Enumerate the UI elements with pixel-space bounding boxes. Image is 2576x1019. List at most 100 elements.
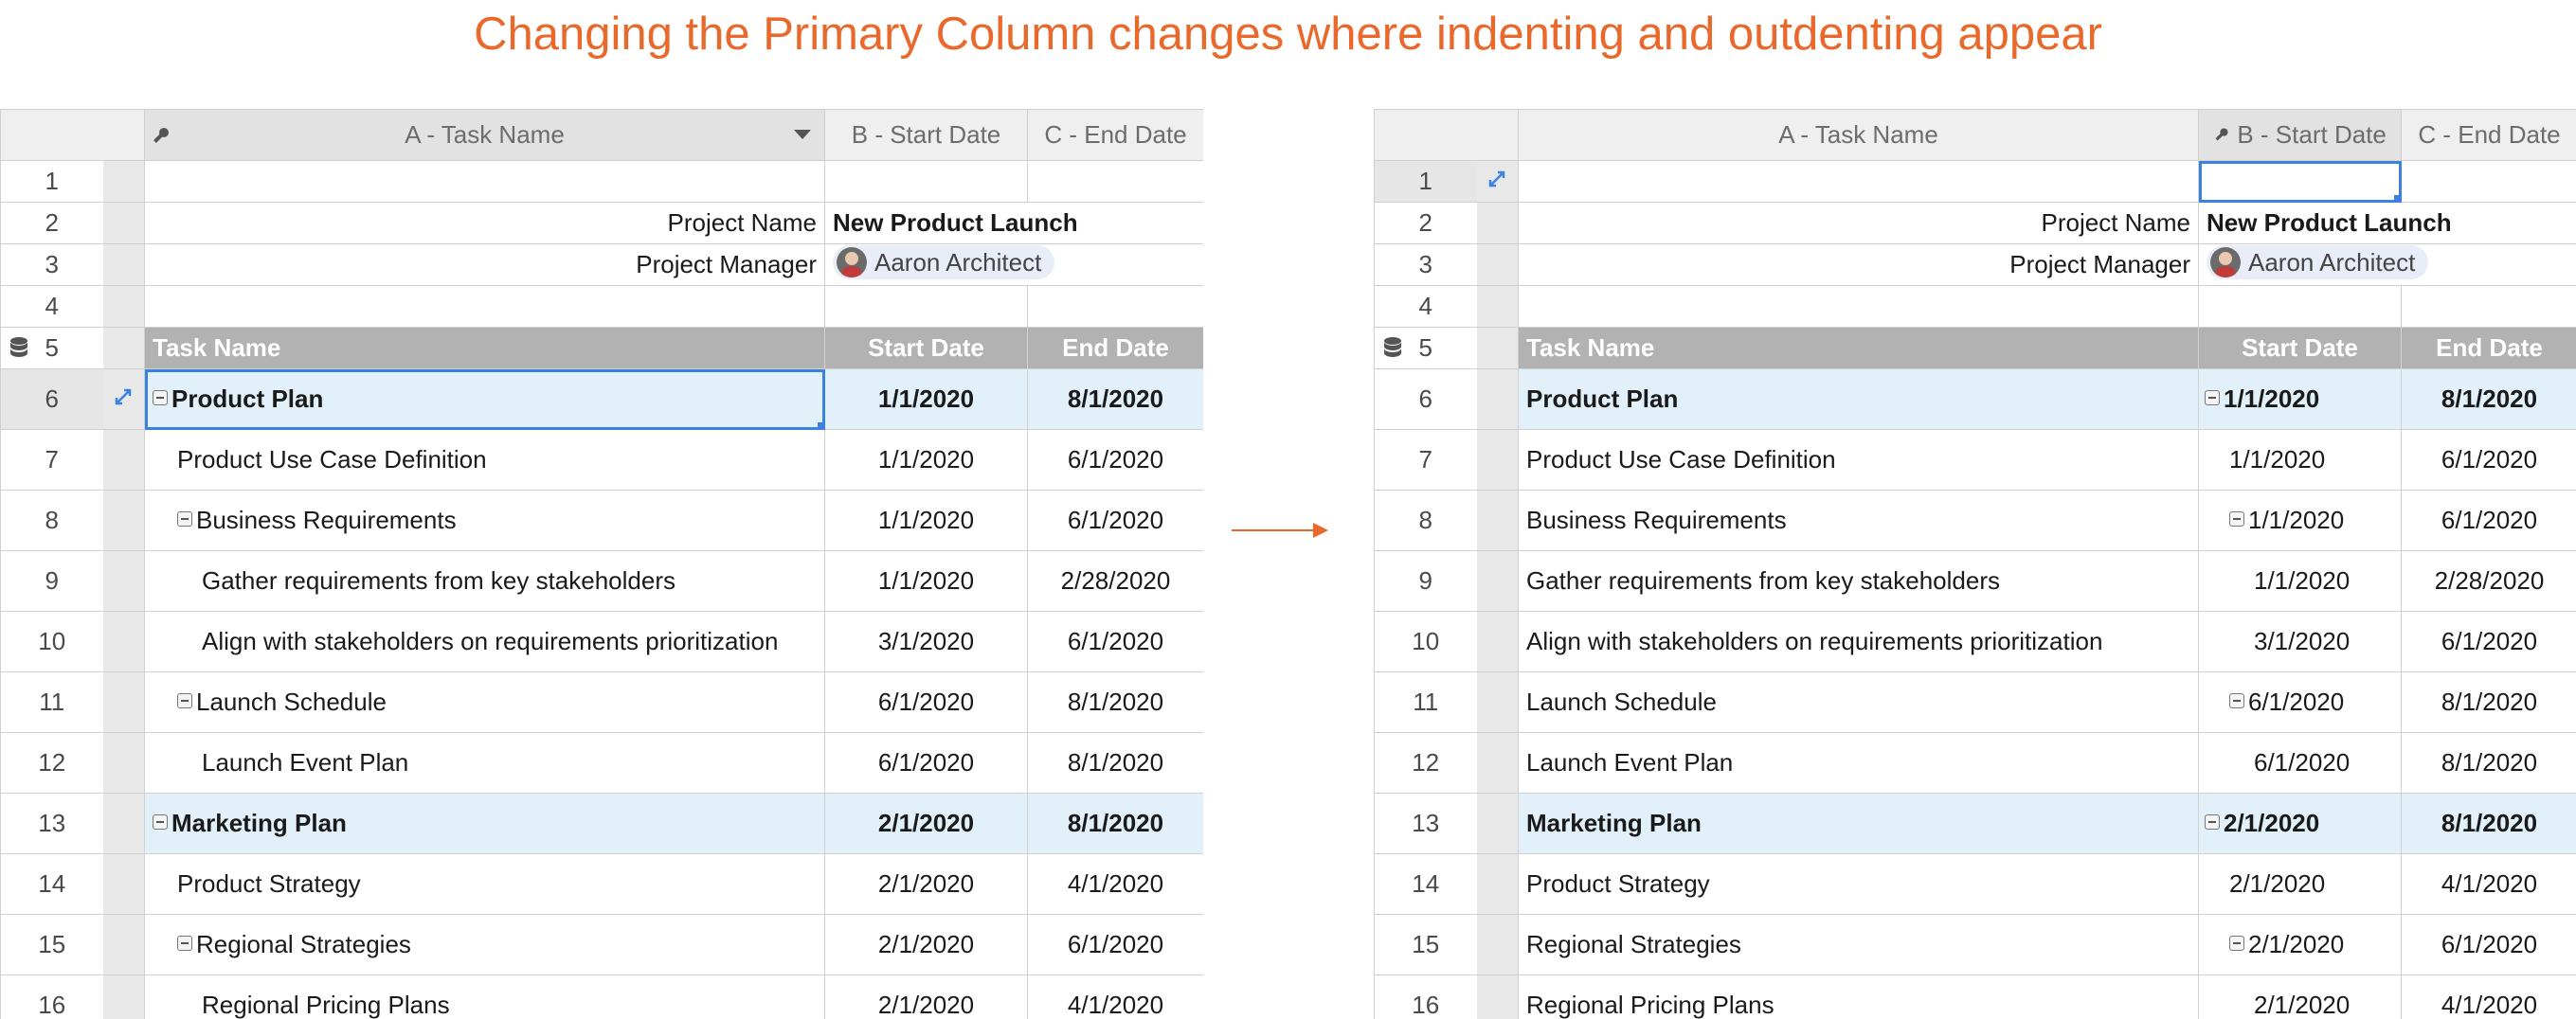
task-cell[interactable]: Business Requirements [144, 490, 825, 551]
corner-cell[interactable] [1374, 109, 1477, 161]
collapse-toggle-icon[interactable] [2229, 936, 2244, 951]
cell[interactable] [144, 285, 825, 328]
start-date-cell[interactable]: 1/1/2020 [824, 550, 1028, 612]
task-cell[interactable]: Regional Pricing Plans [144, 974, 825, 1019]
start-date-cell[interactable]: 2/1/2020 [2198, 793, 2402, 854]
end-date-cell[interactable]: 4/1/2020 [1027, 853, 1203, 915]
task-cell[interactable]: Business Requirements [1518, 490, 2199, 551]
end-date-cell[interactable]: 6/1/2020 [2401, 490, 2576, 551]
row-number[interactable]: 6 [0, 368, 103, 430]
start-date-cell[interactable]: 2/1/2020 [824, 793, 1028, 854]
row-number[interactable]: 13 [0, 793, 103, 854]
project-name-label[interactable]: Project Name [1518, 202, 2199, 244]
cell[interactable] [1518, 160, 2199, 203]
collapse-toggle-icon[interactable] [2229, 511, 2244, 527]
start-date-cell[interactable]: 1/1/2020 [824, 429, 1028, 491]
section-header-end[interactable]: End Date [2401, 327, 2576, 369]
start-date-cell[interactable]: 2/1/2020 [824, 974, 1028, 1019]
end-date-cell[interactable]: 4/1/2020 [2401, 974, 2576, 1019]
end-date-cell[interactable]: 8/1/2020 [2401, 732, 2576, 794]
row-number[interactable]: 5 [1374, 327, 1477, 369]
corner-cell[interactable] [0, 109, 103, 161]
end-date-cell[interactable]: 8/1/2020 [2401, 793, 2576, 854]
row-number[interactable]: 8 [1374, 490, 1477, 551]
row-number[interactable]: 12 [1374, 732, 1477, 794]
task-cell[interactable]: Align with stakeholders on requirements … [144, 611, 825, 672]
task-cell[interactable]: Product Use Case Definition [144, 429, 825, 491]
end-date-cell[interactable]: 2/28/2020 [1027, 550, 1203, 612]
task-cell[interactable]: Product Strategy [1518, 853, 2199, 915]
collapse-toggle-icon[interactable] [177, 936, 192, 951]
row-number[interactable]: 4 [1374, 285, 1477, 328]
task-cell[interactable]: Marketing Plan [144, 793, 825, 854]
end-date-cell[interactable]: 6/1/2020 [2401, 611, 2576, 672]
row-number[interactable]: 13 [1374, 793, 1477, 854]
expand-icon[interactable] [1486, 167, 1507, 195]
row-number[interactable]: 3 [0, 243, 103, 286]
collapse-toggle-icon[interactable] [177, 693, 192, 708]
cell[interactable] [824, 160, 1028, 203]
collapse-toggle-icon[interactable] [153, 390, 168, 405]
row-number[interactable]: 9 [0, 550, 103, 612]
chevron-down-icon[interactable] [794, 130, 811, 139]
cell[interactable] [1518, 285, 2199, 328]
start-date-cell[interactable]: 3/1/2020 [2198, 611, 2402, 672]
task-cell[interactable]: Gather requirements from key stakeholder… [1518, 550, 2199, 612]
start-date-cell[interactable]: 1/1/2020 [2198, 429, 2402, 491]
row-number[interactable]: 12 [0, 732, 103, 794]
column-header-task-name[interactable]: A - Task Name [1518, 109, 2199, 161]
row-number[interactable]: 1 [1374, 160, 1477, 203]
start-date-cell[interactable]: 6/1/2020 [2198, 732, 2402, 794]
task-cell[interactable]: Marketing Plan [1518, 793, 2199, 854]
end-date-cell[interactable]: 8/1/2020 [2401, 368, 2576, 430]
task-cell[interactable]: Product Plan [1518, 368, 2199, 430]
section-header-start[interactable]: Start Date [2198, 327, 2402, 369]
end-date-cell[interactable]: 6/1/2020 [2401, 429, 2576, 491]
section-header-task[interactable]: Task Name [1518, 327, 2199, 369]
row-number[interactable]: 11 [1374, 671, 1477, 733]
row-number[interactable]: 11 [0, 671, 103, 733]
task-cell[interactable]: Product Plan [144, 368, 825, 430]
collapse-toggle-icon[interactable] [2205, 390, 2220, 405]
start-date-cell[interactable]: 2/1/2020 [2198, 853, 2402, 915]
column-header-end-date[interactable]: C - End Date [1027, 109, 1203, 161]
row-number[interactable]: 16 [0, 974, 103, 1019]
end-date-cell[interactable]: 6/1/2020 [1027, 914, 1203, 975]
row-number[interactable]: 14 [1374, 853, 1477, 915]
collapse-toggle-icon[interactable] [177, 511, 192, 527]
task-cell[interactable]: Regional Pricing Plans [1518, 974, 2199, 1019]
end-date-cell[interactable]: 4/1/2020 [1027, 974, 1203, 1019]
end-date-cell[interactable]: 4/1/2020 [2401, 853, 2576, 915]
row-number[interactable]: 10 [1374, 611, 1477, 672]
cell[interactable] [2401, 160, 2576, 203]
row-number[interactable]: 2 [0, 202, 103, 244]
task-cell[interactable]: Align with stakeholders on requirements … [1518, 611, 2199, 672]
end-date-cell[interactable]: 6/1/2020 [1027, 429, 1203, 491]
cell[interactable] [1027, 160, 1203, 203]
end-date-cell[interactable]: 8/1/2020 [1027, 732, 1203, 794]
collapse-toggle-icon[interactable] [2205, 814, 2220, 830]
project-manager-value[interactable]: Aaron Architect [824, 243, 1203, 286]
row-number[interactable]: 16 [1374, 974, 1477, 1019]
row-number[interactable]: 7 [1374, 429, 1477, 491]
start-date-cell[interactable]: 6/1/2020 [824, 671, 1028, 733]
end-date-cell[interactable]: 2/28/2020 [2401, 550, 2576, 612]
project-manager-value[interactable]: Aaron Architect [2198, 243, 2576, 286]
start-date-cell[interactable]: 2/1/2020 [2198, 974, 2402, 1019]
row-number[interactable]: 7 [0, 429, 103, 491]
contact-chip[interactable]: Aaron Architect [833, 245, 1055, 279]
project-name-value[interactable]: New Product Launch [2198, 202, 2576, 244]
task-cell[interactable]: Launch Event Plan [144, 732, 825, 794]
section-header-start[interactable]: Start Date [824, 327, 1028, 369]
end-date-cell[interactable]: 6/1/2020 [2401, 914, 2576, 975]
expand-icon[interactable] [113, 384, 134, 413]
column-header-start-date[interactable]: B - Start Date [824, 109, 1028, 161]
row-number[interactable]: 4 [0, 285, 103, 328]
start-date-cell[interactable]: 1/1/2020 [2198, 490, 2402, 551]
start-date-cell[interactable]: 1/1/2020 [2198, 368, 2402, 430]
start-date-cell[interactable]: 2/1/2020 [2198, 914, 2402, 975]
row-number[interactable]: 2 [1374, 202, 1477, 244]
start-date-cell[interactable]: 2/1/2020 [824, 914, 1028, 975]
start-date-cell[interactable]: 3/1/2020 [824, 611, 1028, 672]
row-number[interactable]: 1 [0, 160, 103, 203]
